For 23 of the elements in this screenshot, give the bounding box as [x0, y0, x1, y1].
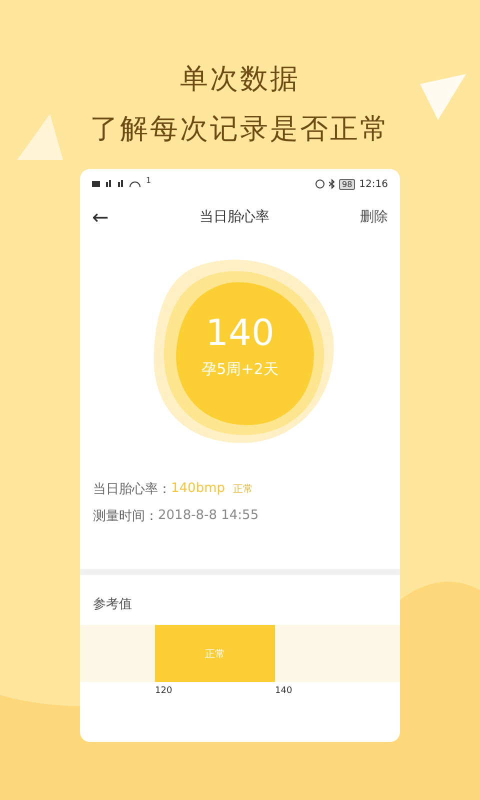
bluetooth-icon	[328, 179, 335, 189]
detail-value: 2018-8-8 14:55	[158, 508, 259, 523]
normal-range: 正常	[155, 625, 275, 682]
signal-icon	[92, 179, 142, 189]
page-title: 当日胎心率	[199, 208, 270, 226]
headline: 了解每次记录是否正常	[90, 112, 390, 146]
section-title: 参考值	[92, 596, 133, 614]
pregnancy-week: 孕5周+2天	[202, 360, 278, 379]
range-tick: 140	[275, 686, 292, 696]
triangle-decoration	[418, 72, 468, 122]
battery-level: 98	[338, 178, 356, 190]
clock-time: 12:16	[359, 178, 388, 190]
delete-button[interactable]: 删除	[360, 208, 388, 226]
detail-label: 测量时间：	[93, 508, 158, 524]
range-tick: 120	[155, 686, 174, 696]
heart-rate-value: 140	[206, 313, 274, 354]
detail-label: 当日胎心率：	[93, 480, 171, 498]
wifi-superscript: 1	[146, 176, 152, 185]
triangle-decoration	[15, 112, 65, 162]
status-tag: 正常	[232, 482, 253, 496]
headline: 单次数据	[180, 62, 300, 96]
back-button[interactable]: ←	[92, 205, 109, 229]
detail-value: 140bmp	[171, 481, 225, 496]
